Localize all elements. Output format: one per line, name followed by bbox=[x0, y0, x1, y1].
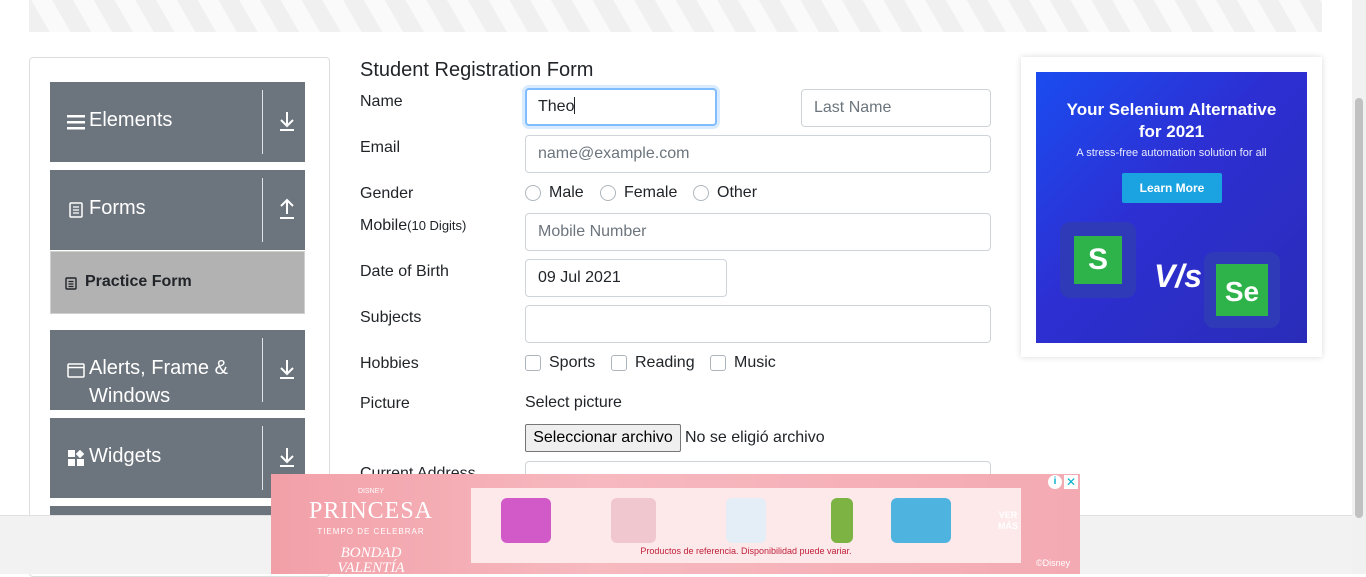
form-icon bbox=[65, 277, 77, 290]
subjects-input[interactable] bbox=[525, 305, 991, 343]
hobbies-label: Hobbies bbox=[360, 355, 419, 372]
divider bbox=[262, 426, 263, 490]
name-label: Name bbox=[360, 93, 403, 110]
upload-arrow-icon[interactable] bbox=[278, 198, 296, 220]
group-header[interactable]: Alerts, Frame & Windows bbox=[50, 330, 305, 410]
gender-female-radio[interactable] bbox=[600, 185, 616, 201]
download-arrow-icon[interactable] bbox=[278, 110, 296, 132]
mobile-hint: (10 Digits) bbox=[407, 218, 467, 233]
picture-prompt: Select picture bbox=[525, 394, 622, 411]
mobile-input[interactable]: Mobile Number bbox=[525, 213, 991, 251]
group-header[interactable]: Elements bbox=[50, 82, 305, 162]
disney-princess-logo: DISNEY PRINCESA TIEMPO DE CELEBRAR BONDA… bbox=[285, 476, 457, 576]
text-caret bbox=[574, 97, 576, 114]
first-name-value: Theo bbox=[538, 98, 575, 115]
sidebar-group-label: Forms bbox=[89, 197, 146, 219]
first-name-input[interactable]: Theo bbox=[525, 88, 717, 126]
brand-name: PRINCESA bbox=[308, 498, 434, 524]
hobby-reading-label[interactable]: Reading bbox=[635, 353, 695, 373]
ad-copyright: ©Disney bbox=[1036, 558, 1071, 568]
brand-slogan: BONDAD VALENTÍA bbox=[285, 546, 457, 576]
product-playset bbox=[891, 498, 951, 543]
email-input[interactable]: name@example.com bbox=[525, 135, 991, 173]
group-header[interactable]: Widgets bbox=[50, 418, 305, 498]
ad-subtext: A stress-free automation solution for al… bbox=[1076, 147, 1267, 159]
document-icon bbox=[66, 200, 86, 220]
file-status: No se eligió archivo bbox=[685, 429, 825, 446]
sidebar-group-label: Elements bbox=[89, 109, 173, 131]
dob-input[interactable]: 09 Jul 2021 bbox=[525, 259, 727, 297]
gender-other-label[interactable]: Other bbox=[717, 183, 757, 203]
sidebar-group-widgets[interactable]: Widgets bbox=[50, 418, 305, 498]
gender-male-label[interactable]: Male bbox=[549, 183, 584, 203]
divider bbox=[262, 90, 263, 154]
ad-info-icon[interactable]: i bbox=[1048, 475, 1062, 489]
gender-male-radio[interactable] bbox=[525, 185, 541, 201]
ad-disclaimer: Productos de referencia. Disponibilidad … bbox=[640, 546, 852, 556]
gender-female-label[interactable]: Female bbox=[624, 183, 677, 203]
product-skates bbox=[501, 498, 551, 543]
sidebar-group-elements[interactable]: Elements bbox=[50, 82, 305, 162]
download-arrow-icon[interactable] bbox=[278, 446, 296, 468]
mobile-label-text: Mobile bbox=[360, 217, 408, 234]
versus-text: V/s bbox=[1154, 258, 1203, 294]
sidebar-group-label: Widgets bbox=[89, 445, 162, 467]
choose-file-button[interactable]: Seleccionar archivo bbox=[525, 424, 681, 452]
email-label: Email bbox=[360, 139, 401, 156]
subjects-label: Subjects bbox=[360, 309, 422, 326]
gender-label: Gender bbox=[360, 185, 414, 202]
ad-headline-line2: for 2021 bbox=[1138, 122, 1205, 141]
hobby-sports-label[interactable]: Sports bbox=[549, 353, 595, 373]
last-name-input[interactable]: Last Name bbox=[801, 89, 991, 127]
selenium-logo-mark: Se bbox=[1216, 264, 1268, 316]
side-ad-creative[interactable]: Your Selenium Alternative for 2021 A stre… bbox=[1036, 72, 1307, 343]
divider bbox=[262, 178, 263, 242]
product-doll bbox=[831, 498, 853, 543]
grid-icon bbox=[66, 448, 86, 468]
side-ad[interactable]: Your Selenium Alternative for 2021 A stre… bbox=[1021, 57, 1322, 357]
product-tshirt bbox=[611, 498, 656, 543]
group-header[interactable]: Forms bbox=[50, 170, 305, 250]
see-more-cta[interactable]: VER MÁS bbox=[993, 510, 1023, 532]
ad-headline: Your Selenium Alternative for 2021 bbox=[1036, 99, 1307, 143]
brand-top: DISNEY bbox=[357, 488, 385, 495]
hamburger-icon bbox=[66, 112, 86, 132]
selenium-logo: Se bbox=[1204, 252, 1280, 328]
gender-other-radio[interactable] bbox=[693, 185, 709, 201]
katalon-logo: S bbox=[1060, 222, 1136, 298]
scrollbar-thumb[interactable] bbox=[1355, 98, 1363, 518]
learn-more-button[interactable]: Learn More bbox=[1122, 173, 1222, 203]
product-dress bbox=[726, 498, 766, 543]
hobby-sports-checkbox[interactable] bbox=[525, 355, 541, 371]
divider bbox=[262, 338, 263, 402]
hobby-music-label[interactable]: Music bbox=[734, 353, 776, 373]
ad-close-icon[interactable]: ✕ bbox=[1064, 475, 1078, 489]
sidebar-group-label-line2: Windows bbox=[89, 385, 171, 407]
sidebar-item-practice-form[interactable]: Practice Form bbox=[50, 251, 305, 314]
mobile-label: Mobile(10 Digits) bbox=[360, 216, 466, 236]
page-title: Student Registration Form bbox=[360, 59, 594, 81]
hobby-reading-checkbox[interactable] bbox=[611, 355, 627, 371]
download-arrow-icon[interactable] bbox=[278, 358, 296, 380]
ad-headline-line1: Your Selenium Alternative bbox=[1066, 100, 1277, 119]
brand-tagline: TIEMPO DE CELEBRAR bbox=[317, 527, 425, 536]
dob-label: Date of Birth bbox=[360, 263, 449, 280]
sidebar-group-alerts[interactable]: Alerts, Frame & Windows bbox=[50, 330, 305, 410]
katalon-logo-mark: S bbox=[1074, 236, 1122, 284]
bottom-ad[interactable]: DISNEY PRINCESA TIEMPO DE CELEBRAR BONDA… bbox=[271, 474, 1080, 576]
sidebar-group-forms[interactable]: Forms bbox=[50, 170, 305, 250]
sidebar-item-label: Practice Form bbox=[85, 273, 192, 290]
slogan-line1: BONDAD bbox=[340, 545, 402, 561]
page-scrollbar[interactable] bbox=[1352, 0, 1366, 574]
window-icon bbox=[66, 360, 86, 380]
product-panel[interactable]: Productos de referencia. Disponibilidad … bbox=[471, 488, 1021, 563]
picture-label: Picture bbox=[360, 395, 410, 412]
sidebar-group-label: Alerts, Frame & bbox=[89, 357, 228, 379]
hobby-music-checkbox[interactable] bbox=[710, 355, 726, 371]
